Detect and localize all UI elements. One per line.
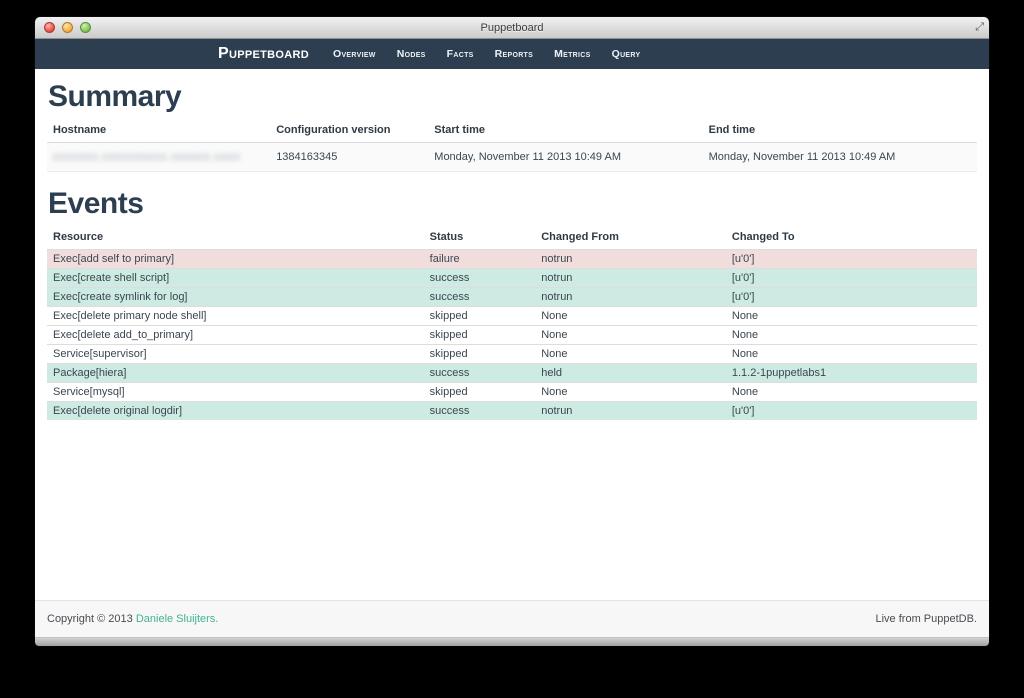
changed-to-cell: None	[726, 383, 977, 402]
resource-cell: Exec[delete primary node shell]	[47, 307, 424, 326]
fullscreen-icon[interactable]: ⤢	[975, 19, 984, 35]
footer: Copyright © 2013 Daniele Sluijters. Live…	[35, 600, 989, 637]
table-row: Exec[delete add_to_primary] skipped None…	[47, 326, 977, 345]
table-row: Exec[delete primary node shell] skipped …	[47, 307, 977, 326]
resource-cell: Exec[add self to primary]	[47, 250, 424, 269]
status-cell: success	[424, 402, 536, 421]
changed-from-cell: None	[535, 383, 726, 402]
changed-to-cell: None	[726, 326, 977, 345]
window-bottom-chrome	[35, 637, 989, 646]
changed-from-cell: held	[535, 364, 726, 383]
resource-cell: Exec[create shell script]	[47, 269, 424, 288]
zoom-button[interactable]	[80, 22, 91, 33]
resource-cell: Service[mysql]	[47, 383, 424, 402]
events-col-changed-from: Changed From	[535, 228, 726, 250]
events-table: Resource Status Changed From Changed To …	[47, 228, 977, 420]
resource-cell: Exec[delete original logdir]	[47, 402, 424, 421]
changed-from-cell: notrun	[535, 269, 726, 288]
changed-from-cell: None	[535, 326, 726, 345]
main-content: Summary Hostname Configuration version S…	[35, 69, 989, 600]
nav-item-overview[interactable]: Overview	[333, 48, 376, 60]
summary-heading: Summary	[48, 80, 977, 114]
summary-table: Hostname Configuration version Start tim…	[47, 121, 977, 172]
summary-row: xxxxxxx.xxxxxxxxxx.xxxxxx.xxxx 138416334…	[47, 143, 977, 172]
status-cell: skipped	[424, 307, 536, 326]
changed-to-cell: [u'0']	[726, 250, 977, 269]
window-titlebar: Puppetboard ⤢	[35, 17, 989, 39]
table-row: Service[supervisor] skipped None None	[47, 345, 977, 364]
config-version-cell: 1384163345	[270, 143, 428, 172]
end-time-cell: Monday, November 11 2013 10:49 AM	[703, 143, 977, 172]
events-col-resource: Resource	[47, 228, 424, 250]
resource-cell: Exec[delete add_to_primary]	[47, 326, 424, 345]
window-title: Puppetboard	[481, 22, 544, 34]
table-row: Exec[create symlink for log] success not…	[47, 288, 977, 307]
status-cell: skipped	[424, 345, 536, 364]
table-row: Service[mysql] skipped None None	[47, 383, 977, 402]
status-cell: failure	[424, 250, 536, 269]
status-cell: success	[424, 288, 536, 307]
events-header-row: Resource Status Changed From Changed To	[47, 228, 977, 250]
events-heading: Events	[48, 187, 977, 221]
nav-item-nodes[interactable]: Nodes	[397, 48, 426, 60]
changed-from-cell: notrun	[535, 250, 726, 269]
nav-item-query[interactable]: Query	[612, 48, 641, 60]
navbar-brand[interactable]: Puppetboard	[218, 45, 309, 63]
nav-item-metrics[interactable]: Metrics	[554, 48, 591, 60]
changed-to-cell: None	[726, 307, 977, 326]
nav-items: Overview Nodes Facts Reports Metrics Que…	[333, 48, 661, 60]
table-row: Exec[create shell script] success notrun…	[47, 269, 977, 288]
hostname-redacted: xxxxxxx.xxxxxxxxxx.xxxxxx.xxxx	[53, 151, 241, 163]
summary-col-config-version: Configuration version	[270, 121, 428, 143]
resource-cell: Package[hiera]	[47, 364, 424, 383]
live-from-puppetdb-text: Live from PuppetDB.	[876, 613, 978, 625]
hostname-cell: xxxxxxx.xxxxxxxxxx.xxxxxx.xxxx	[47, 143, 270, 172]
resource-cell: Service[supervisor]	[47, 345, 424, 364]
navbar: Puppetboard Overview Nodes Facts Reports…	[35, 39, 989, 69]
copyright-prefix: Copyright © 2013	[47, 613, 136, 625]
summary-col-hostname: Hostname	[47, 121, 270, 143]
close-button[interactable]	[44, 22, 55, 33]
app-window: Puppetboard ⤢ Puppetboard Overview Nodes…	[35, 17, 989, 646]
changed-to-cell: [u'0']	[726, 269, 977, 288]
start-time-cell: Monday, November 11 2013 10:49 AM	[428, 143, 702, 172]
changed-from-cell: notrun	[535, 288, 726, 307]
changed-to-cell: [u'0']	[726, 288, 977, 307]
table-row: Package[hiera] success held 1.1.2-1puppe…	[47, 364, 977, 383]
window-controls	[44, 22, 91, 33]
status-cell: success	[424, 269, 536, 288]
copyright-text: Copyright © 2013 Daniele Sluijters.	[47, 613, 218, 625]
summary-header-row: Hostname Configuration version Start tim…	[47, 121, 977, 143]
status-cell: success	[424, 364, 536, 383]
events-col-status: Status	[424, 228, 536, 250]
changed-to-cell: [u'0']	[726, 402, 977, 421]
nav-item-reports[interactable]: Reports	[495, 48, 533, 60]
table-row: Exec[add self to primary] failure notrun…	[47, 250, 977, 269]
changed-to-cell: None	[726, 345, 977, 364]
changed-from-cell: notrun	[535, 402, 726, 421]
table-row: Exec[delete original logdir] success not…	[47, 402, 977, 421]
events-col-changed-to: Changed To	[726, 228, 977, 250]
changed-to-cell: 1.1.2-1puppetlabs1	[726, 364, 977, 383]
nav-item-facts[interactable]: Facts	[447, 48, 474, 60]
minimize-button[interactable]	[62, 22, 73, 33]
resource-cell: Exec[create symlink for log]	[47, 288, 424, 307]
status-cell: skipped	[424, 383, 536, 402]
summary-col-end-time: End time	[703, 121, 977, 143]
summary-col-start-time: Start time	[428, 121, 702, 143]
author-link[interactable]: Daniele Sluijters.	[136, 613, 219, 625]
status-cell: skipped	[424, 326, 536, 345]
changed-from-cell: None	[535, 345, 726, 364]
changed-from-cell: None	[535, 307, 726, 326]
